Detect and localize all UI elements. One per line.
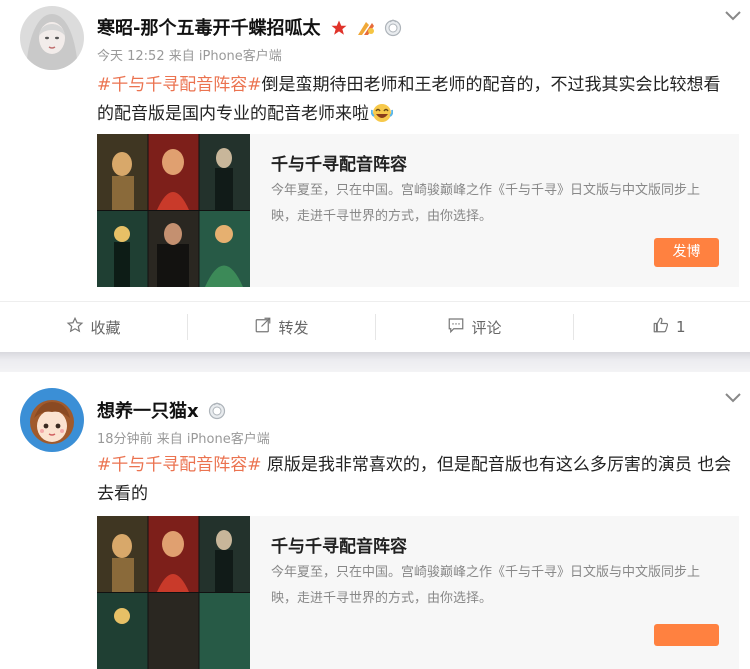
post-time[interactable]: 今天 12:52 <box>97 49 165 64</box>
comment-button[interactable]: 评论 <box>376 302 573 352</box>
card-title[interactable]: 千与千寻配音阵容 <box>271 532 407 557</box>
post-weibo-button[interactable]: 发博 <box>654 238 719 267</box>
username-text[interactable]: 寒昭-那个五毒开千蝶招呱太 <box>97 18 320 39</box>
feed-separator <box>0 352 750 372</box>
card-thumbnail[interactable] <box>97 134 250 287</box>
card-description: 今年夏至，只在中国。宫崎骏巅峰之作《千与千寻》日文版与中文版同步上映，走进千寻世… <box>271 183 701 224</box>
weibo-post: 寒昭-那个五毒开千蝶招呱太 今天 12:52 来自 iPhone客户端 #千与千… <box>0 0 750 352</box>
post-time[interactable]: 18分钟前 <box>97 432 153 447</box>
post-weibo-button[interactable] <box>654 624 719 646</box>
avatar[interactable] <box>20 388 84 452</box>
like-button[interactable]: 1 <box>574 302 750 352</box>
avatar[interactable] <box>20 6 84 70</box>
comment-icon <box>447 316 465 338</box>
like-icon <box>652 316 670 338</box>
username[interactable]: 想养一只猫x <box>97 397 226 425</box>
username[interactable]: 寒昭-那个五毒开千蝶招呱太 <box>97 14 402 42</box>
star-icon <box>330 19 348 42</box>
favorite-button[interactable]: 收藏 <box>0 302 187 352</box>
card-description: 今年夏至，只在中国。宫崎骏巅峰之作《千与千寻》日文版与中文版同步上映，走进千寻世… <box>271 565 701 606</box>
hashtag-link[interactable]: #千与千寻配音阵容# <box>97 455 262 475</box>
chevron-down-icon[interactable] <box>722 390 744 406</box>
favorite-icon <box>66 316 84 338</box>
source-prefix: 来自 <box>156 432 183 447</box>
repost-label: 转发 <box>278 318 309 337</box>
repost-icon <box>254 316 272 338</box>
post-meta: 18分钟前 来自 iPhone客户端 <box>97 428 270 447</box>
username-text[interactable]: 想养一只猫x <box>97 401 199 422</box>
laugh-emoji-icon <box>370 103 394 133</box>
link-card[interactable]: 千与千寻配音阵容 今年夏至，只在中国。宫崎骏巅峰之作《千与千寻》日文版与中文版同… <box>97 134 739 287</box>
weibo-post: 想养一只猫x 18分钟前 来自 iPhone客户端 #千与千寻配音阵容# 原版是… <box>0 372 750 669</box>
post-content: #千与千寻配音阵容#倒是蛮期待田老师和王老师的配音的，不过我其实会比较想看的配音… <box>97 71 737 133</box>
level-icon <box>208 402 226 425</box>
repost-button[interactable]: 转发 <box>188 302 375 352</box>
post-source[interactable]: iPhone客户端 <box>199 49 282 64</box>
post-source[interactable]: iPhone客户端 <box>187 432 270 447</box>
link-card[interactable]: 千与千寻配音阵容 今年夏至，只在中国。宫崎骏巅峰之作《千与千寻》日文版与中文版同… <box>97 516 739 669</box>
post-content: #千与千寻配音阵容# 原版是我非常喜欢的，但是配音版也有这么多厉害的演员 也会去… <box>97 451 737 509</box>
level-icon <box>384 19 402 42</box>
card-thumbnail[interactable] <box>97 516 250 669</box>
chevron-down-icon[interactable] <box>722 8 744 24</box>
action-bar: 收藏 转发 评论 1 <box>0 302 750 352</box>
post-meta: 今天 12:52 来自 iPhone客户端 <box>97 45 282 64</box>
card-title[interactable]: 千与千寻配音阵容 <box>271 150 407 175</box>
favorite-label: 收藏 <box>90 318 121 337</box>
badge-icon <box>356 19 376 42</box>
source-prefix: 来自 <box>168 49 195 64</box>
comment-label: 评论 <box>471 318 502 337</box>
hashtag-link[interactable]: #千与千寻配音阵容# <box>97 75 262 95</box>
like-count: 1 <box>676 318 686 336</box>
